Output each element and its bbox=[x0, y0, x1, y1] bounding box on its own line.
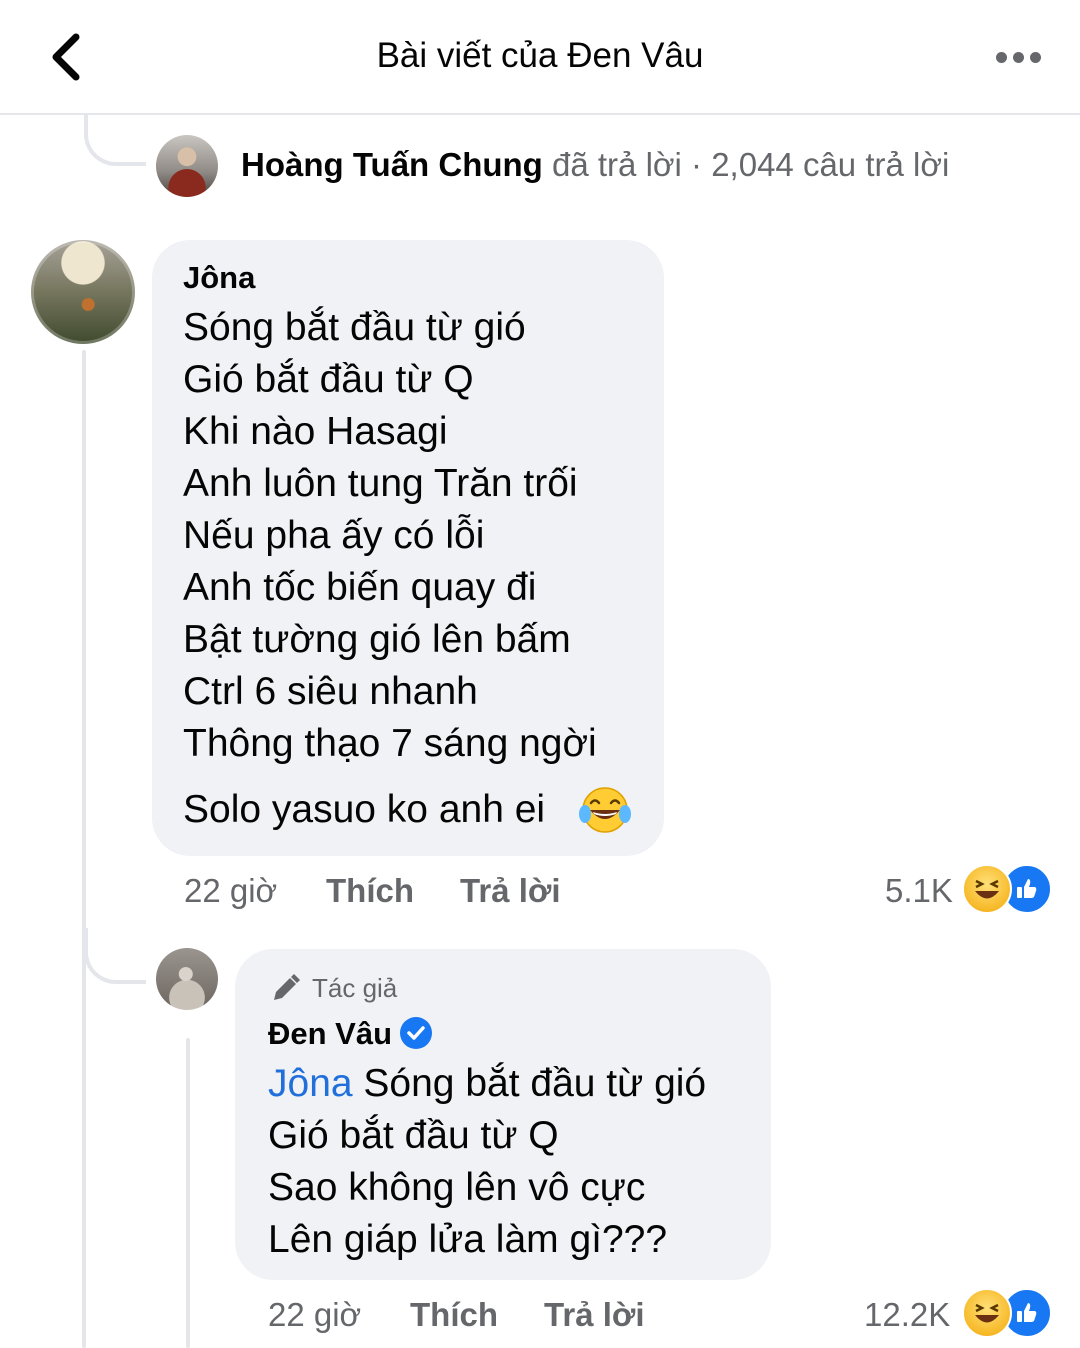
comment-author-label: Đen Vâu bbox=[268, 1016, 393, 1051]
comment-text-line: Anh tốc biến quay đi bbox=[183, 566, 537, 609]
comment-author-name[interactable]: Jôna bbox=[183, 260, 255, 296]
thread-connector bbox=[84, 114, 146, 166]
comment-text-line: Gió bắt đầu từ Q bbox=[268, 1114, 559, 1157]
comment-author-name[interactable]: Đen Vâu bbox=[268, 1016, 433, 1052]
comment-text-line: Jôna Sóng bắt đầu từ gió bbox=[268, 1062, 706, 1106]
reply-count: · 2,044 câu trả lời bbox=[681, 146, 950, 183]
comment-text-line: Thông thạo 7 sáng ngời bbox=[183, 722, 597, 765]
reply-button[interactable]: Trả lời bbox=[544, 1296, 645, 1334]
thread-line bbox=[186, 1038, 190, 1348]
haha-reaction-icon bbox=[962, 864, 1012, 914]
avatar[interactable] bbox=[156, 135, 218, 197]
view-previous-replies-link[interactable]: Hoàng Tuấn Chung đã trả lời · 2,044 câu … bbox=[241, 146, 949, 184]
more-horizontal-icon[interactable] bbox=[988, 42, 1048, 72]
thread-connector bbox=[84, 928, 146, 984]
comment-text-line: Ctrl 6 siêu nhanh bbox=[183, 670, 478, 713]
avatar[interactable] bbox=[156, 948, 218, 1010]
comment-text-line: Nếu pha ấy có lỗi bbox=[183, 514, 485, 557]
like-button[interactable]: Thích bbox=[410, 1296, 498, 1334]
comment-text-line: Solo yasuo ko anh ei bbox=[183, 788, 546, 831]
page-title: Bài viết của Đen Vâu bbox=[376, 36, 704, 75]
reaction-count[interactable]: 12.2K bbox=[864, 1296, 950, 1334]
comment-text-line: Bật tường gió lên bấm bbox=[183, 618, 571, 661]
thread-line bbox=[82, 350, 86, 1348]
comment-text-line: Sóng bắt đầu từ gió bbox=[183, 306, 526, 349]
comment-text-line: Lên giáp lửa làm gì??? bbox=[268, 1218, 668, 1261]
comment-bubble: Jôna Sóng bắt đầu từ gió Gió bắt đầu từ … bbox=[152, 240, 664, 856]
pencil-icon bbox=[274, 974, 300, 1000]
haha-reaction-icon bbox=[962, 1288, 1012, 1338]
avatar[interactable] bbox=[31, 240, 135, 344]
reply-button[interactable]: Trả lời bbox=[460, 872, 561, 910]
mention-link[interactable]: Jôna bbox=[268, 1062, 353, 1105]
reply-author-name: Hoàng Tuấn Chung bbox=[241, 146, 543, 183]
reaction-count[interactable]: 5.1K bbox=[885, 872, 953, 910]
comment-text-span: Sóng bắt đầu từ gió bbox=[352, 1062, 707, 1105]
verified-badge-icon bbox=[400, 1016, 433, 1049]
comment-timestamp: 22 giờ bbox=[268, 1296, 362, 1333]
author-badge-label: Tác giả bbox=[312, 972, 398, 1003]
laughing-tears-emoji bbox=[579, 787, 631, 833]
comment-text-line: Khi nào Hasagi bbox=[183, 410, 448, 453]
reply-action-text: đã trả lời bbox=[542, 146, 682, 183]
like-button[interactable]: Thích bbox=[326, 872, 414, 910]
comment-text-line: Gió bắt đầu từ Q bbox=[183, 358, 474, 401]
top-navigation-bar: Bài viết của Đen Vâu bbox=[0, 0, 1080, 115]
comment-text-line: Sao không lên vô cực bbox=[268, 1166, 646, 1209]
comment-timestamp: 22 giờ bbox=[184, 872, 278, 909]
author-badge: Tác giả bbox=[270, 972, 397, 1004]
comment-text-line: Anh luôn tung Trăn trối bbox=[183, 462, 578, 505]
